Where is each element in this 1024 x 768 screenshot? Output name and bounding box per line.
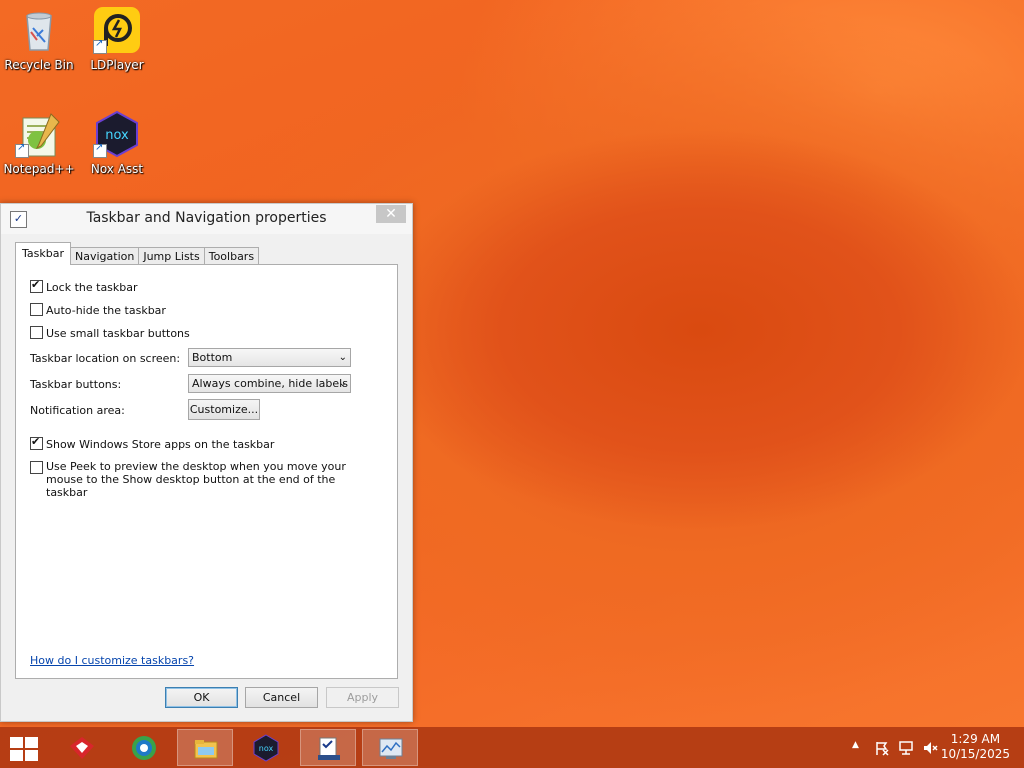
desktop-icon-ldplayer[interactable]: LDPlayer (79, 6, 155, 72)
network-icon[interactable] (898, 727, 916, 768)
taskbar-app-1[interactable] (54, 729, 110, 766)
desktop-icon-label: Recycle Bin (4, 58, 74, 72)
dialog-title: Taskbar and Navigation properties (86, 210, 327, 226)
peek-option[interactable]: Use Peek to preview the desktop when you… (30, 460, 380, 499)
lock-taskbar-checkbox[interactable] (30, 278, 43, 293)
svg-text:nox: nox (105, 128, 129, 143)
nox-asst-icon: nox (93, 110, 141, 158)
recycle-bin-icon (15, 6, 63, 54)
volume-muted-icon[interactable] (922, 727, 940, 768)
taskbar-buttons-select[interactable]: Always combine, hide labels ⌄ (188, 374, 351, 393)
windows-logo-icon (10, 737, 23, 748)
chevron-down-icon: ⌄ (338, 378, 347, 389)
close-button[interactable]: ✕ (376, 205, 406, 223)
checkbox-label: Use Peek to preview the desktop when you… (46, 460, 346, 499)
apply-button[interactable]: Apply (326, 687, 399, 708)
folder-icon (194, 740, 218, 759)
cancel-button[interactable]: Cancel (245, 687, 318, 708)
checkbox-label: Lock the taskbar (46, 281, 138, 294)
clock-date: 10/15/2025 (940, 747, 1010, 761)
store-apps-checkbox[interactable] (30, 435, 43, 450)
small-buttons-option[interactable]: Use small taskbar buttons (30, 326, 190, 340)
action-center-icon[interactable] (874, 727, 892, 768)
customize-button[interactable]: Customize... (188, 399, 260, 420)
taskbar-app-nox[interactable]: nox (238, 729, 294, 766)
globe-browser-icon (132, 736, 156, 760)
tab-strip: Taskbar Navigation Jump Lists Toolbars (15, 242, 260, 266)
start-button[interactable] (8, 735, 38, 761)
desktop-icon-label: Nox Asst (90, 162, 144, 176)
chevron-down-icon: ⌄ (338, 352, 347, 363)
desktop-icon-notepadpp[interactable]: Notepad++ (1, 110, 77, 176)
svg-text:nox: nox (259, 744, 274, 753)
location-label: Taskbar location on screen: (30, 352, 181, 365)
shortcut-arrow-icon (15, 142, 29, 158)
performance-monitor-icon (379, 738, 403, 759)
ok-button[interactable]: OK (165, 687, 238, 708)
notepad-plus-plus-icon (15, 110, 63, 158)
nox-icon: nox (253, 734, 279, 762)
red-app-icon (70, 737, 94, 759)
shortcut-arrow-icon (93, 142, 107, 158)
taskbar: nox ▲ 1:29 AM 10/15/2025 (0, 727, 1024, 768)
checkbox-label: Use small taskbar buttons (46, 327, 190, 340)
taskbar-buttons-value: Always combine, hide labels (192, 377, 348, 390)
taskbar-tab-panel: Lock the taskbar Auto-hide the taskbar U… (15, 264, 398, 679)
clock-time: 1:29 AM (950, 732, 1001, 746)
taskbar-app-taskbar-properties[interactable] (300, 729, 356, 766)
desktop-icon-label: LDPlayer (90, 58, 144, 72)
dialog-titlebar[interactable]: ✓ Taskbar and Navigation properties ✕ (1, 204, 412, 234)
checkbox-label: Auto-hide the taskbar (46, 304, 166, 317)
lock-taskbar-option[interactable]: Lock the taskbar (30, 278, 138, 294)
peek-checkbox[interactable] (30, 461, 43, 474)
autohide-checkbox[interactable] (30, 303, 43, 316)
location-value: Bottom (192, 351, 233, 364)
shortcut-arrow-icon (93, 38, 107, 54)
taskbar-properties-icon (318, 737, 340, 760)
help-link[interactable]: How do I customize taskbars? (30, 654, 194, 667)
show-hidden-icons-button[interactable]: ▲ (852, 727, 866, 768)
system-clock[interactable]: 1:29 AM 10/15/2025 (941, 732, 1010, 762)
location-select[interactable]: Bottom ⌄ (188, 348, 351, 367)
ldplayer-icon (93, 6, 141, 54)
taskbar-properties-dialog: ✓ Taskbar and Navigation properties ✕ Ta… (0, 203, 413, 722)
tab-taskbar[interactable]: Taskbar (15, 242, 71, 265)
small-buttons-checkbox[interactable] (30, 326, 43, 339)
taskbar-app-file-explorer[interactable] (177, 729, 233, 766)
desktop-icon-label: Notepad++ (3, 162, 75, 176)
taskbar-app-browser[interactable] (116, 729, 172, 766)
taskbar-app-monitor[interactable] (362, 729, 418, 766)
chevron-up-icon: ▲ (852, 740, 859, 750)
desktop-icon-recycle-bin[interactable]: Recycle Bin (1, 6, 77, 72)
notification-area-label: Notification area: (30, 404, 125, 417)
autohide-option[interactable]: Auto-hide the taskbar (30, 303, 166, 317)
checkbox-label: Show Windows Store apps on the taskbar (46, 438, 275, 451)
taskbar-buttons-label: Taskbar buttons: (30, 378, 122, 391)
desktop-icon-nox-asst[interactable]: nox Nox Asst (79, 110, 155, 176)
store-apps-option[interactable]: Show Windows Store apps on the taskbar (30, 435, 275, 451)
